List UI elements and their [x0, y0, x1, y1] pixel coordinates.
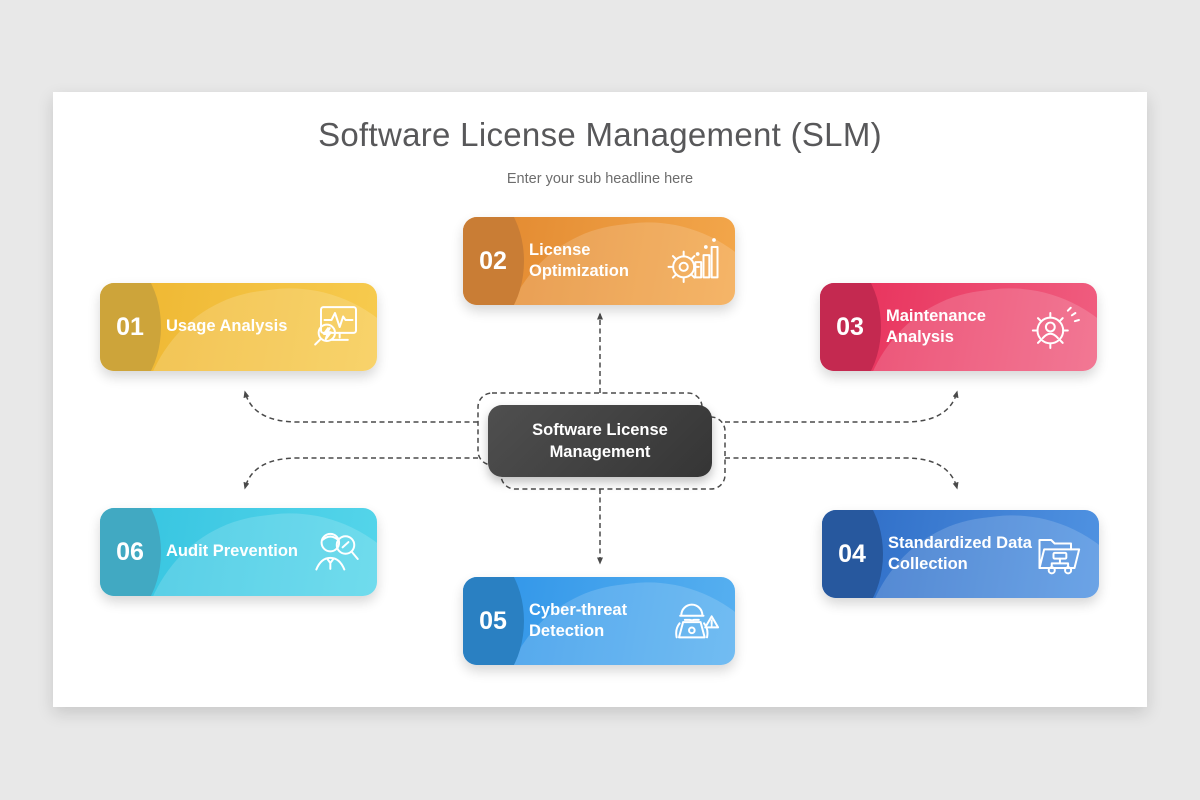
gear-bar-chart-icon	[665, 233, 721, 289]
card-number: 01	[108, 283, 152, 371]
card-license-optimization: 02 License Optimization	[463, 217, 735, 305]
card-standardized-data-collection: 04 Standardized Data Collection	[822, 510, 1099, 598]
folder-network-icon	[1029, 526, 1085, 582]
card-number: 02	[471, 217, 515, 305]
center-node: Software License Management	[488, 405, 712, 477]
connector-to-card-04	[725, 458, 957, 488]
card-usage-analysis: 01 Usage Analysis	[100, 283, 377, 371]
card-number: 04	[830, 510, 874, 598]
card-number: 03	[828, 283, 872, 371]
gear-user-icon	[1027, 299, 1083, 355]
monitor-pulse-magnifier-icon	[307, 299, 363, 355]
connector-to-card-03	[725, 392, 957, 422]
card-title: Cyber-threat Detection	[529, 577, 679, 665]
card-title: Maintenance Analysis	[886, 283, 1036, 371]
person-magnifier-icon	[307, 524, 363, 580]
card-number: 05	[471, 577, 515, 665]
card-maintenance-analysis: 03 Maintenance Analysis	[820, 283, 1097, 371]
center-node-label: Software License Management	[510, 419, 690, 464]
page-title: Software License Management (SLM)	[53, 116, 1147, 154]
card-title: Audit Prevention	[166, 508, 316, 596]
card-audit-prevention: 06 Audit Prevention	[100, 508, 377, 596]
page-subtitle: Enter your sub headline here	[53, 171, 1147, 187]
connector-to-card-01	[245, 392, 478, 422]
card-title: Standardized Data Collection	[888, 510, 1038, 598]
card-cyber-threat-detection: 05 Cyber-threat Detection	[463, 577, 735, 665]
card-title: Usage Analysis	[166, 283, 316, 371]
card-title: License Optimization	[529, 217, 679, 305]
hacker-laptop-warning-icon	[665, 593, 721, 649]
slide-canvas: Software License Management (SLM) Enter …	[53, 92, 1147, 707]
connector-to-card-06	[245, 458, 478, 488]
card-number: 06	[108, 508, 152, 596]
